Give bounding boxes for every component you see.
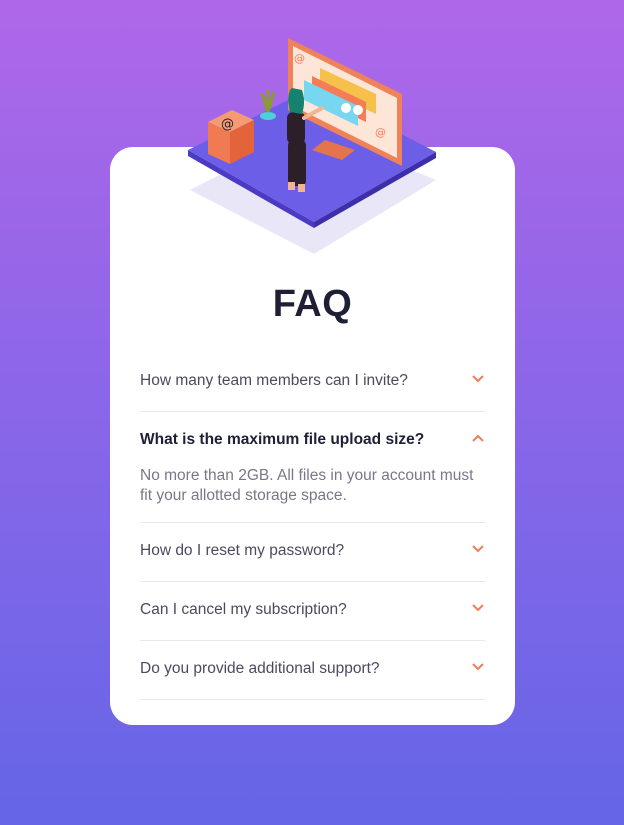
- faq-question: Can I cancel my subscription?: [140, 601, 347, 618]
- faq-item[interactable]: How many team members can I invite?: [140, 353, 485, 412]
- faq-item[interactable]: What is the maximum file upload size? No…: [140, 412, 485, 523]
- chevron-down-icon: [472, 375, 484, 383]
- faq-question: Do you provide additional support?: [140, 660, 380, 677]
- svg-text:@: @: [294, 52, 305, 65]
- faq-question-row[interactable]: Do you provide additional support?: [140, 641, 485, 699]
- chevron-up-icon: [472, 434, 484, 442]
- faq-question: How many team members can I invite?: [140, 372, 408, 389]
- faq-question-row[interactable]: How many team members can I invite?: [140, 353, 485, 411]
- svg-text:@: @: [375, 126, 386, 139]
- chevron-down-icon: [472, 604, 484, 612]
- faq-item[interactable]: Do you provide additional support?: [140, 641, 485, 700]
- svg-text:@: @: [221, 117, 234, 132]
- faq-question: How do I reset my password?: [140, 542, 345, 559]
- chevron-down-icon: [472, 663, 484, 671]
- faq-question-row[interactable]: What is the maximum file upload size?: [140, 412, 485, 470]
- woman-at-computer-illustration: @ @ @: [188, 38, 436, 254]
- faq-question-row[interactable]: Can I cancel my subscription?: [140, 582, 485, 640]
- page-title: FAQ: [272, 283, 353, 325]
- faq-item[interactable]: How do I reset my password?: [140, 523, 485, 582]
- faq-item[interactable]: Can I cancel my subscription?: [140, 582, 485, 641]
- faq-list: How many team members can I invite? What…: [140, 353, 485, 700]
- faq-question-row[interactable]: How do I reset my password?: [140, 523, 485, 581]
- faq-question: What is the maximum file upload size?: [140, 431, 425, 448]
- faq-answer: No more than 2GB. All files in your acco…: [140, 467, 474, 504]
- chevron-down-icon: [472, 545, 484, 553]
